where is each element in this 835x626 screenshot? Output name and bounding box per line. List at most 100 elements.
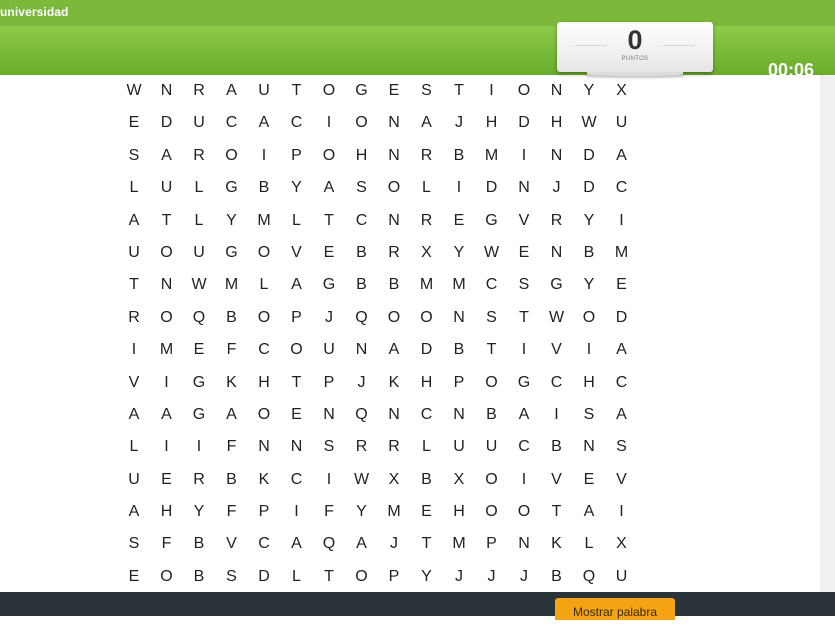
letter-cell[interactable]: H — [346, 140, 379, 172]
letter-cell[interactable]: T — [151, 205, 184, 237]
letter-cell[interactable]: M — [378, 496, 411, 528]
letter-cell[interactable]: X — [606, 75, 639, 107]
letter-cell[interactable]: C — [281, 464, 314, 496]
letter-cell[interactable]: M — [151, 334, 184, 366]
letter-cell[interactable]: S — [573, 399, 606, 431]
letter-cell[interactable]: J — [541, 172, 574, 204]
letter-cell[interactable]: T — [281, 367, 314, 399]
letter-cell[interactable]: I — [508, 464, 541, 496]
letter-cell[interactable]: A — [606, 399, 639, 431]
letter-cell[interactable]: H — [443, 496, 476, 528]
letter-cell[interactable]: P — [281, 140, 314, 172]
letter-cell[interactable]: V — [606, 464, 639, 496]
letter-cell[interactable]: Y — [183, 496, 216, 528]
letter-cell[interactable]: L — [281, 561, 314, 593]
letter-cell[interactable]: A — [118, 205, 151, 237]
letter-cell[interactable]: N — [378, 140, 411, 172]
letter-cell[interactable]: Y — [573, 269, 606, 301]
letter-cell[interactable]: A — [313, 172, 346, 204]
letter-cell[interactable]: E — [313, 237, 346, 269]
letter-cell[interactable]: Y — [281, 172, 314, 204]
letter-cell[interactable]: T — [313, 205, 346, 237]
letter-cell[interactable]: A — [151, 399, 184, 431]
letter-cell[interactable]: T — [476, 334, 509, 366]
letter-cell[interactable]: O — [248, 302, 281, 334]
letter-cell[interactable]: H — [541, 107, 574, 139]
letter-cell[interactable]: G — [476, 205, 509, 237]
letter-cell[interactable]: A — [573, 496, 606, 528]
letter-cell[interactable]: O — [508, 496, 541, 528]
letter-cell[interactable]: I — [606, 205, 639, 237]
letter-cell[interactable]: H — [248, 367, 281, 399]
letter-cell[interactable]: R — [411, 205, 444, 237]
letter-cell[interactable]: J — [443, 561, 476, 593]
letter-cell[interactable]: H — [151, 496, 184, 528]
letter-cell[interactable]: P — [313, 367, 346, 399]
letter-cell[interactable]: N — [508, 172, 541, 204]
letter-cell[interactable]: A — [378, 334, 411, 366]
letter-cell[interactable]: B — [443, 140, 476, 172]
letter-cell[interactable]: A — [281, 528, 314, 560]
letter-cell[interactable]: T — [281, 75, 314, 107]
letter-cell[interactable]: C — [216, 107, 249, 139]
letter-cell[interactable]: V — [541, 334, 574, 366]
letter-cell[interactable]: N — [313, 399, 346, 431]
letter-cell[interactable]: S — [411, 75, 444, 107]
letter-cell[interactable]: N — [378, 399, 411, 431]
letter-cell[interactable]: N — [573, 431, 606, 463]
letter-cell[interactable]: C — [606, 172, 639, 204]
letter-cell[interactable]: B — [378, 269, 411, 301]
show-word-button[interactable]: Mostrar palabra — [555, 598, 675, 620]
letter-cell[interactable]: C — [606, 367, 639, 399]
letter-cell[interactable]: Q — [346, 399, 379, 431]
letter-cell[interactable]: I — [248, 140, 281, 172]
letter-cell[interactable]: E — [411, 496, 444, 528]
letter-cell[interactable]: U — [183, 237, 216, 269]
letter-cell[interactable]: N — [443, 302, 476, 334]
letter-cell[interactable]: D — [248, 561, 281, 593]
letter-cell[interactable]: I — [313, 107, 346, 139]
letter-cell[interactable]: G — [541, 269, 574, 301]
letter-cell[interactable]: T — [443, 75, 476, 107]
letter-cell[interactable]: B — [216, 302, 249, 334]
letter-cell[interactable]: L — [183, 172, 216, 204]
letter-cell[interactable]: W — [118, 75, 151, 107]
letter-cell[interactable]: O — [281, 334, 314, 366]
letter-cell[interactable]: B — [346, 237, 379, 269]
letter-cell[interactable]: D — [151, 107, 184, 139]
letter-cell[interactable]: V — [216, 528, 249, 560]
letter-cell[interactable]: I — [443, 172, 476, 204]
letter-cell[interactable]: M — [443, 528, 476, 560]
letter-cell[interactable]: N — [541, 140, 574, 172]
letter-cell[interactable]: A — [151, 140, 184, 172]
letter-cell[interactable]: I — [313, 464, 346, 496]
letter-cell[interactable]: O — [411, 302, 444, 334]
letter-cell[interactable]: D — [411, 334, 444, 366]
letter-cell[interactable]: H — [411, 367, 444, 399]
letter-cell[interactable]: E — [443, 205, 476, 237]
letter-cell[interactable]: O — [151, 237, 184, 269]
letter-cell[interactable]: G — [508, 367, 541, 399]
letter-cell[interactable]: O — [508, 75, 541, 107]
letter-cell[interactable]: Y — [346, 496, 379, 528]
letter-cell[interactable]: U — [118, 237, 151, 269]
letter-cell[interactable]: H — [476, 107, 509, 139]
letter-cell[interactable]: R — [411, 140, 444, 172]
letter-cell[interactable]: W — [541, 302, 574, 334]
letter-cell[interactable]: E — [183, 334, 216, 366]
letter-cell[interactable]: L — [411, 431, 444, 463]
letter-cell[interactable]: B — [248, 172, 281, 204]
letter-cell[interactable]: I — [508, 140, 541, 172]
letter-cell[interactable]: I — [183, 431, 216, 463]
letter-cell[interactable]: G — [216, 237, 249, 269]
letter-cell[interactable]: C — [281, 107, 314, 139]
letter-cell[interactable]: W — [476, 237, 509, 269]
letter-cell[interactable]: L — [573, 528, 606, 560]
letter-cell[interactable]: W — [573, 107, 606, 139]
letter-cell[interactable]: I — [508, 334, 541, 366]
letter-cell[interactable]: A — [411, 107, 444, 139]
letter-cell[interactable]: N — [443, 399, 476, 431]
letter-cell[interactable]: N — [508, 528, 541, 560]
letter-cell[interactable]: A — [606, 140, 639, 172]
letter-cell[interactable]: U — [443, 431, 476, 463]
